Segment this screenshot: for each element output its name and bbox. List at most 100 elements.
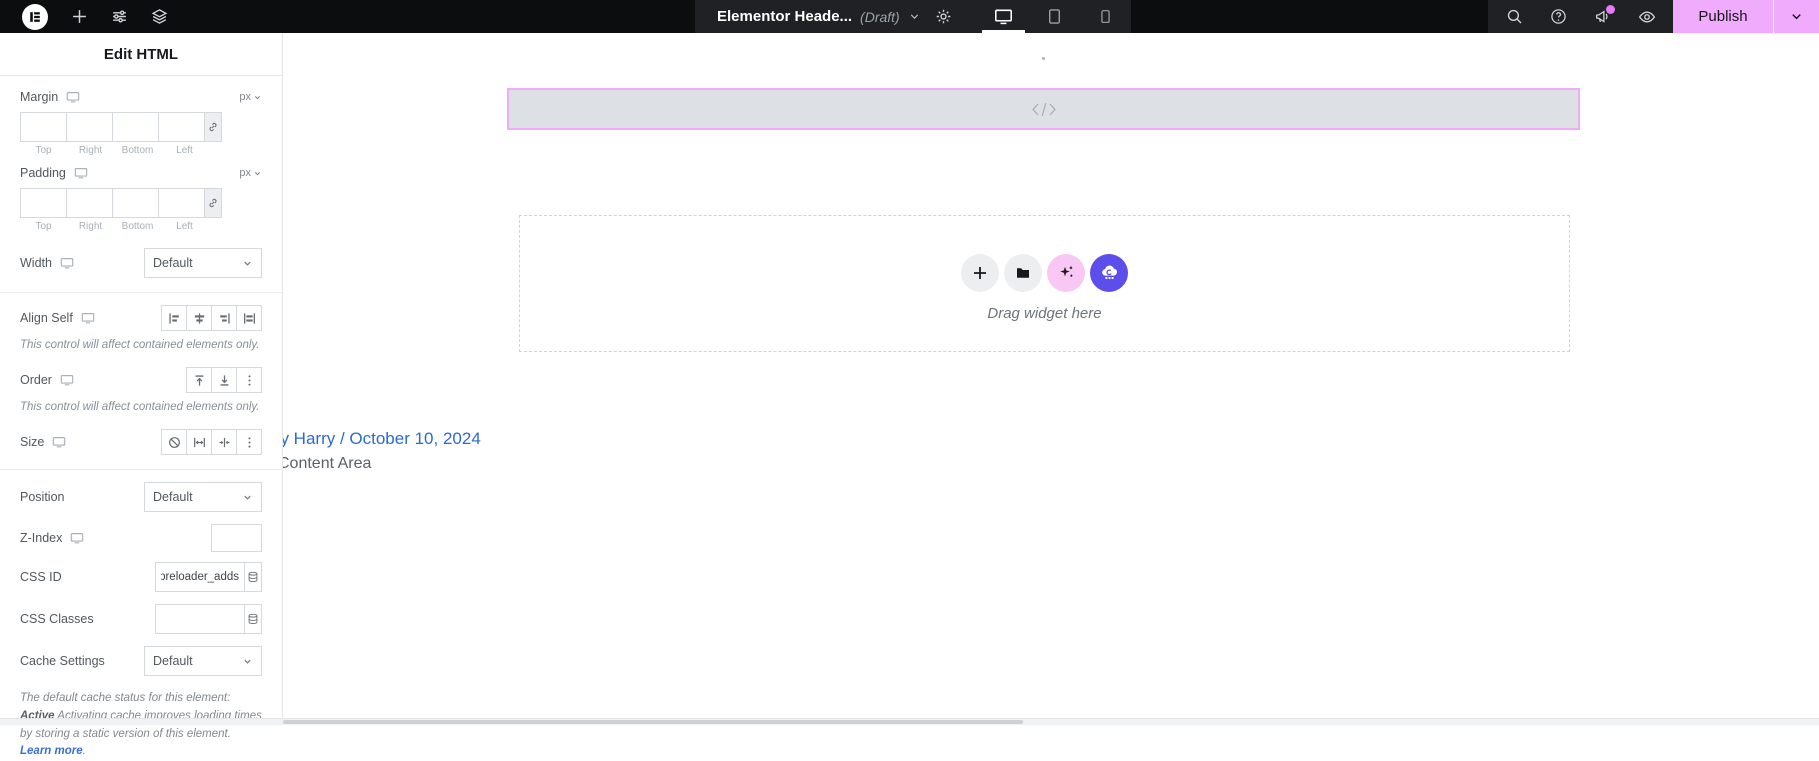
device-mobile-button[interactable] <box>1080 0 1131 33</box>
top-bar: Elementor Heade... (Draft) <box>0 0 1819 33</box>
widget-dropzone[interactable]: Drag widget here <box>519 215 1570 352</box>
width-select[interactable]: Default <box>144 248 262 278</box>
css-id-dynamic-tags-button[interactable] <box>244 562 262 592</box>
css-classes-dynamic-tags-button[interactable] <box>244 604 262 634</box>
size-custom-button[interactable] <box>236 429 262 455</box>
finder-search-button[interactable] <box>1497 0 1531 33</box>
margin-link-values-button[interactable] <box>204 112 222 142</box>
align-stretch-icon <box>243 312 256 325</box>
padding-unit-select[interactable]: px <box>239 167 262 179</box>
elementor-logo-button[interactable] <box>22 4 48 30</box>
unit-label: px <box>239 167 251 179</box>
size-grow-button[interactable] <box>186 429 212 455</box>
size-none-button[interactable] <box>161 429 187 455</box>
publish-options-button[interactable] <box>1774 0 1819 33</box>
notification-dot <box>1606 5 1615 14</box>
responsive-monitor-icon[interactable] <box>74 166 88 180</box>
selected-html-widget[interactable] <box>507 88 1580 130</box>
responsive-monitor-icon[interactable] <box>66 90 80 104</box>
add-widget-button[interactable] <box>961 254 999 292</box>
responsive-monitor-icon[interactable] <box>81 311 95 325</box>
css-id-input[interactable] <box>155 562 245 592</box>
plus-icon <box>972 265 988 281</box>
post-meta-link[interactable]: by Harry / October 10, 2024 <box>283 429 481 449</box>
ban-icon <box>168 436 181 449</box>
add-template-button[interactable] <box>1004 254 1042 292</box>
ai-builder-button[interactable] <box>1047 254 1085 292</box>
dots-vertical-icon <box>243 436 256 449</box>
shrink-icon <box>218 436 231 449</box>
padding-inputs <box>20 188 262 218</box>
search-icon <box>1506 8 1523 25</box>
publish-button[interactable]: Publish <box>1673 0 1773 33</box>
preview-button[interactable] <box>1630 0 1664 33</box>
cache-settings-select[interactable]: Default <box>144 646 262 676</box>
padding-top-input[interactable] <box>20 188 67 218</box>
align-start-icon <box>168 312 181 325</box>
responsive-monitor-icon[interactable] <box>60 373 74 387</box>
chevron-down-icon <box>908 10 921 23</box>
z-index-input[interactable] <box>211 524 262 552</box>
padding-left-input[interactable] <box>158 188 205 218</box>
add-element-button[interactable] <box>62 0 96 33</box>
device-desktop-button[interactable] <box>978 0 1029 33</box>
cloud-templates-button[interactable] <box>1090 254 1128 292</box>
whats-new-button[interactable] <box>1586 0 1620 33</box>
css-classes-label-row: CSS Classes <box>20 612 94 626</box>
position-label: Position <box>20 490 64 504</box>
margin-right-input[interactable] <box>66 112 113 142</box>
order-label: Order <box>20 373 52 387</box>
position-select[interactable]: Default <box>144 482 262 512</box>
grow-icon <box>193 436 206 449</box>
learn-more-link[interactable]: Learn more <box>20 745 83 757</box>
margin-unit-select[interactable]: px <box>239 91 262 103</box>
mobile-icon <box>1098 9 1113 24</box>
align-end-button[interactable] <box>211 305 237 331</box>
link-icon <box>207 121 219 133</box>
document-settings-button[interactable] <box>935 0 952 33</box>
scrollbar-thumb[interactable] <box>283 720 1023 724</box>
document-switcher[interactable]: Elementor Heade... (Draft) <box>717 8 921 25</box>
width-value: Default <box>153 256 193 270</box>
dim-label-top: Top <box>20 221 67 232</box>
device-tablet-button[interactable] <box>1029 0 1080 33</box>
align-center-icon <box>193 312 206 325</box>
panel-title: Edit HTML <box>0 33 282 76</box>
unit-label: px <box>239 91 251 103</box>
widget-handle-dot <box>1042 57 1045 60</box>
size-shrink-button[interactable] <box>211 429 237 455</box>
align-stretch-button[interactable] <box>236 305 262 331</box>
structure-button[interactable] <box>142 0 176 33</box>
padding-bottom-input[interactable] <box>112 188 159 218</box>
z-index-label: Z-Index <box>20 531 62 545</box>
topbar-document-segment: Elementor Heade... (Draft) <box>695 0 1131 33</box>
margin-left-input[interactable] <box>158 112 205 142</box>
arrow-up-to-line-icon <box>193 374 206 387</box>
padding-right-input[interactable] <box>66 188 113 218</box>
dots-vertical-icon <box>243 374 256 387</box>
margin-top-input[interactable] <box>20 112 67 142</box>
position-value: Default <box>153 490 193 504</box>
desktop-icon <box>994 7 1013 26</box>
margin-label: Margin <box>20 90 58 104</box>
align-self-button-group <box>161 305 262 331</box>
order-custom-button[interactable] <box>236 367 262 393</box>
editor-canvas: Drag widget here by Harry / October 10, … <box>283 33 1819 725</box>
align-start-button[interactable] <box>161 305 187 331</box>
align-self-label-row: Align Self <box>20 311 95 325</box>
align-center-button[interactable] <box>186 305 212 331</box>
size-label-row: Size <box>20 435 66 449</box>
cache-settings-value: Default <box>153 654 193 668</box>
padding-link-values-button[interactable] <box>204 188 222 218</box>
margin-bottom-input[interactable] <box>112 112 159 142</box>
responsive-monitor-icon[interactable] <box>60 256 74 270</box>
css-classes-input[interactable] <box>155 604 245 634</box>
help-button[interactable] <box>1541 0 1575 33</box>
horizontal-scrollbar[interactable] <box>0 718 1819 725</box>
responsive-monitor-icon[interactable] <box>52 435 66 449</box>
css-id-control <box>155 562 262 592</box>
responsive-monitor-icon[interactable] <box>70 531 84 545</box>
order-last-button[interactable] <box>211 367 237 393</box>
site-settings-button[interactable] <box>102 0 136 33</box>
order-first-button[interactable] <box>186 367 212 393</box>
